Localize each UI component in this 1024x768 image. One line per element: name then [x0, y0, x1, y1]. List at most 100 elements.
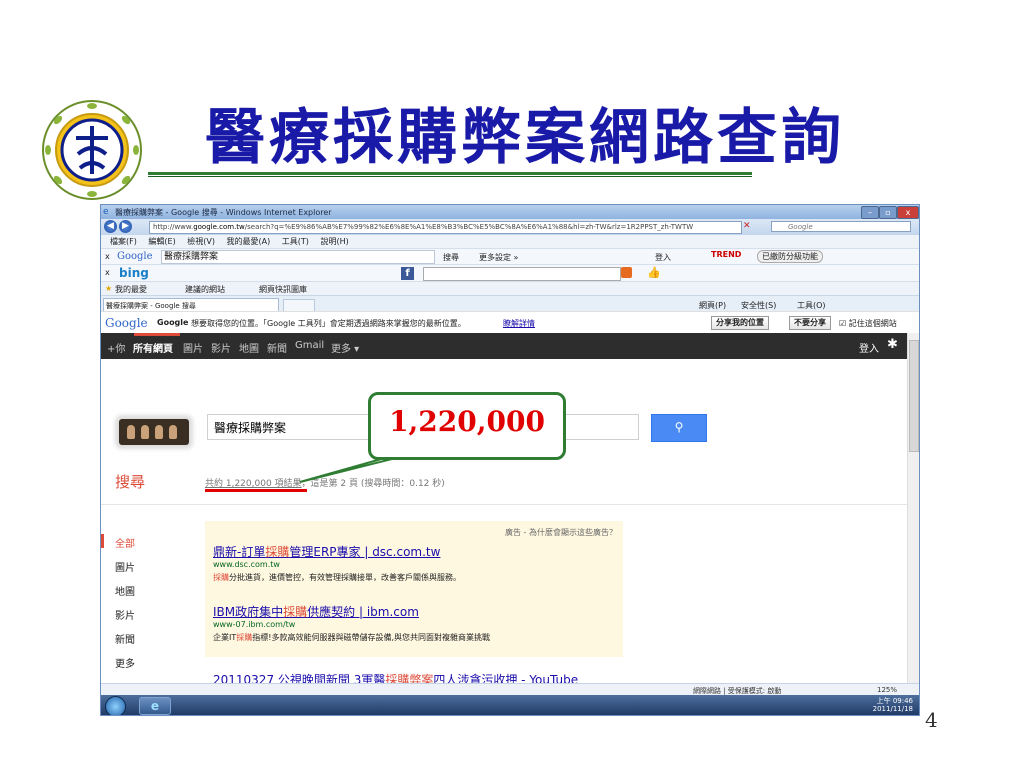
ad-description: 採購分批進貨，進價管控，有效管理採購接單，改善客戶關係與服務。	[213, 572, 461, 583]
gear-icon[interactable]: ✱	[887, 337, 898, 352]
left-nav-images[interactable]: 圖片	[115, 559, 135, 574]
result-stats-rest: ，這是第 2 頁 (搜尋時間：0.12 秒)	[301, 479, 445, 489]
toolbar-sign-in[interactable]: 登入	[655, 252, 671, 263]
menu-file[interactable]: 檔案(F)	[110, 237, 137, 246]
more-settings-link[interactable]: 更多設定 »	[479, 252, 518, 263]
url-rest: /search?q=%E9%86%AB%E7%99%82%E6%8E%A1%E8…	[244, 223, 694, 231]
address-bar-row: ◀ ▶ http://www.google.com.tw/search?q=%E…	[101, 219, 919, 235]
ad-url: www-07.ibm.com/tw	[213, 620, 296, 629]
ad-title-link[interactable]: IBM政府集中採購供應契約 | ibm.com	[213, 603, 419, 620]
nav-images[interactable]: 圖片	[183, 340, 203, 355]
address-input[interactable]: http://www.google.com.tw/search?q=%E9%86…	[149, 221, 742, 234]
menu-edit[interactable]: 編輯(E)	[148, 237, 175, 246]
google-toolbar-search-button[interactable]: 搜尋	[443, 252, 459, 263]
nav-active-indicator	[134, 333, 180, 336]
title-underline-shadow	[148, 176, 752, 177]
ad-title-text: IBM政府集中	[213, 605, 284, 619]
ad-url: www.dsc.com.tw	[213, 560, 280, 569]
facebook-icon[interactable]: f	[401, 267, 414, 280]
like-icon[interactable]: 👍	[647, 266, 661, 279]
start-button[interactable]	[105, 696, 126, 715]
ie-search-input[interactable]: Google	[771, 221, 911, 232]
ad-description: 企業IT採購指標!多款高效能伺服器與磁帶儲存設備,與您共同面對複雜商業挑戰	[213, 632, 490, 643]
window-titlebar: e 醫療採購弊案 - Google 搜尋 - Windows Internet …	[101, 205, 919, 219]
tray-date: 2011/11/18	[872, 705, 913, 713]
ad-title-link[interactable]: 鼎新-訂單採購管理ERP專家 | dsc.com.tw	[213, 543, 440, 560]
trend-logo[interactable]: TREND	[711, 250, 741, 259]
menu-favorites[interactable]: 我的最愛(A)	[227, 237, 271, 246]
stop-icon[interactable]: ✕	[743, 221, 751, 231]
left-nav-maps[interactable]: 地圖	[115, 583, 135, 598]
google-doodle-logo[interactable]	[119, 419, 189, 445]
tray-time: 上午 09:46	[876, 697, 913, 705]
command-safety[interactable]: 安全性(S)	[741, 300, 776, 311]
share-location-button[interactable]: 分享我的位置	[711, 316, 769, 330]
left-nav-active-indicator	[101, 534, 104, 548]
close-toolbar-icon[interactable]: x	[105, 252, 110, 261]
bing-search-icon[interactable]	[621, 267, 632, 278]
remember-site-checkbox[interactable]: ☑ 記住這個網站	[839, 318, 897, 329]
nav-more[interactable]: 更多 ▾	[331, 340, 359, 355]
nav-videos[interactable]: 影片	[211, 340, 231, 355]
ad-title-text: 鼎新-訂單	[213, 545, 266, 559]
location-notification-bar: Google Google 想要取得您的位置。「Google 工具列」會定期透過…	[101, 311, 919, 335]
window-title: 醫療採購弊案 - Google 搜尋 - Windows Internet Ex…	[115, 208, 332, 217]
ad-label[interactable]: 廣告 - 為什麼會顯示這些廣告？	[505, 527, 617, 538]
nav-plus-you[interactable]: +你	[107, 340, 125, 355]
favorites-star-icon[interactable]: ★	[105, 284, 112, 293]
ad-title-text: 供應契約 | ibm.com	[307, 605, 419, 619]
webslice-gallery[interactable]: 網頁快訊圖庫	[259, 284, 307, 295]
nav-news[interactable]: 新聞	[267, 340, 287, 355]
close-bing-icon[interactable]: x	[105, 268, 110, 277]
result-stats: 共約 1,220,000 項結果，這是第 2 頁 (搜尋時間：0.12 秒)	[205, 476, 445, 489]
back-icon[interactable]: ◀	[104, 220, 117, 233]
blocked-badge[interactable]: 已繳防分級功能	[757, 250, 823, 263]
google-sign-in[interactable]: 登入	[859, 340, 879, 355]
nav-all-web[interactable]: 所有網頁	[133, 340, 173, 355]
scrollbar-thumb[interactable]	[909, 340, 919, 452]
forward-icon[interactable]: ▶	[119, 220, 132, 233]
menu-help[interactable]: 說明(H)	[320, 237, 348, 246]
maximize-button[interactable]: ▫	[879, 206, 897, 219]
left-nav-news[interactable]: 新聞	[115, 631, 135, 646]
system-tray-clock[interactable]: 上午 09:46 2011/11/18	[873, 697, 913, 713]
nav-gmail[interactable]: Gmail	[295, 340, 324, 351]
tab-google-search[interactable]: 醫療採購弊案 - Google 搜尋	[103, 298, 279, 312]
ie-taskbar-icon[interactable]: e	[139, 697, 171, 715]
count-callout: 1,220,000	[368, 392, 566, 460]
minimize-button[interactable]: –	[861, 206, 879, 219]
google-small-logo: Google	[105, 316, 148, 330]
ad-title-highlight: 採購	[283, 605, 308, 619]
slide-title: 醫療採購弊案網路查詢	[205, 103, 845, 173]
learn-more-link[interactable]: 瞭解詳情	[503, 318, 535, 329]
left-nav-more[interactable]: 更多	[115, 655, 135, 670]
suggested-sites[interactable]: 建議的網站	[185, 284, 225, 295]
zoom-level[interactable]: 125%	[877, 686, 897, 694]
google-toolbar-logo: Google	[117, 251, 153, 262]
title-underline	[148, 172, 752, 175]
menu-tools[interactable]: 工具(T)	[282, 237, 309, 246]
remember-site-label: 記住這個網站	[848, 319, 897, 328]
left-nav-all[interactable]: 全部	[115, 535, 135, 550]
command-tools[interactable]: 工具(O)	[797, 300, 826, 311]
left-nav-videos[interactable]: 影片	[115, 607, 135, 622]
ad-desc-highlight: 採購	[236, 633, 253, 642]
ad-title-highlight: 採購	[265, 545, 290, 559]
result-count-red-underline	[205, 489, 307, 492]
nav-maps[interactable]: 地圖	[239, 340, 259, 355]
favorites-bar: ★ 我的最愛 建議的網站 網頁快訊圖庫	[101, 281, 919, 296]
search-button[interactable]: ⚲	[651, 414, 707, 442]
dont-share-button[interactable]: 不要分享	[789, 316, 831, 330]
google-toolbar-input[interactable]: 醫療採購弊案	[161, 250, 435, 264]
notification-message: 想要取得您的位置。「Google 工具列」會定期透過網路來掌握您的最新位置。	[191, 319, 466, 328]
close-button[interactable]: x	[897, 206, 919, 219]
ad-desc-text: 指標!多款高效能伺服器與磁帶儲存設備,與您共同面對複雜商業挑戰	[252, 633, 490, 642]
favorites-label[interactable]: 我的最愛	[115, 284, 147, 295]
bing-toolbar: x bing f 👍	[101, 264, 919, 282]
bing-search-input[interactable]	[423, 267, 621, 281]
menu-view[interactable]: 檢視(V)	[187, 237, 215, 246]
notification-bold: Google	[157, 318, 189, 327]
page-number: 4	[925, 708, 938, 732]
command-page[interactable]: 網頁(P)	[699, 300, 726, 311]
browser-window: e 醫療採購弊案 - Google 搜尋 - Windows Internet …	[100, 204, 920, 716]
